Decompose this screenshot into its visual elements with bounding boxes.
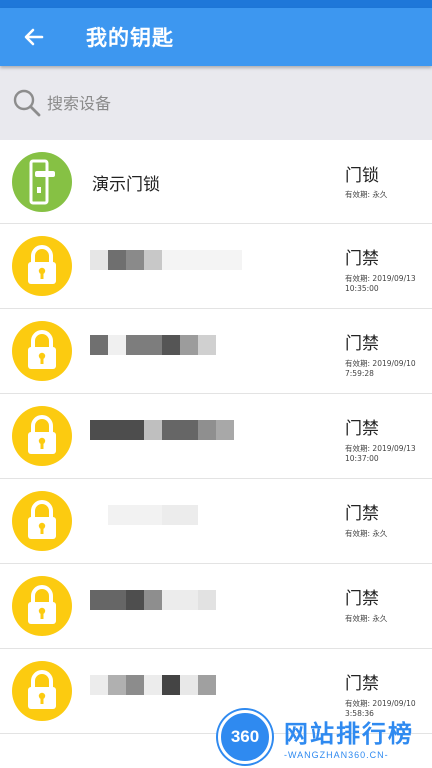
access-control-avatar bbox=[12, 406, 72, 466]
redacted-key-name bbox=[90, 590, 216, 610]
key-list: 演示门锁 门锁 有效期: 永久 门禁 有效期: 2019/09/13 10:35:00 门… bbox=[0, 140, 432, 734]
validity-value: 永久 bbox=[372, 529, 388, 538]
key-name: 演示门锁 bbox=[92, 174, 160, 195]
validity-label: 有效期: bbox=[345, 190, 371, 199]
validity-label: 有效期: bbox=[345, 529, 371, 538]
validity-label: 有效期: bbox=[345, 614, 371, 623]
search-icon[interactable] bbox=[11, 87, 43, 119]
key-type: 门禁 bbox=[345, 504, 379, 524]
page-title: 我的钥匙 bbox=[86, 26, 174, 50]
key-type: 门禁 bbox=[345, 674, 379, 694]
key-type: 门禁 bbox=[345, 334, 379, 354]
redacted-key-name bbox=[90, 250, 242, 270]
key-validity: 有效期: 2019/09/10 3:58:36 bbox=[345, 699, 425, 719]
door-lock-avatar bbox=[12, 152, 72, 212]
key-type: 门锁 bbox=[345, 166, 379, 186]
key-list-item[interactable]: 门禁有效期: 2019/09/10 3:58:36 bbox=[0, 649, 432, 734]
status-bar bbox=[0, 0, 432, 8]
validity-value: 永久 bbox=[372, 614, 388, 623]
redacted-key-name bbox=[90, 335, 216, 355]
access-control-avatar bbox=[12, 236, 72, 296]
validity-label: 有效期: bbox=[345, 359, 371, 368]
key-list-item[interactable]: 门禁有效期: 永久 bbox=[0, 479, 432, 564]
arrow-left-icon bbox=[24, 28, 44, 46]
access-control-avatar bbox=[12, 576, 72, 636]
key-validity: 有效期: 永久 bbox=[345, 190, 425, 200]
padlock-icon bbox=[28, 330, 56, 369]
redacted-key-name bbox=[90, 675, 216, 695]
access-control-avatar bbox=[12, 661, 72, 721]
access-control-avatar bbox=[12, 321, 72, 381]
key-validity: 有效期: 永久 bbox=[345, 529, 425, 539]
redacted-key-name bbox=[90, 505, 198, 525]
key-type: 门禁 bbox=[345, 419, 379, 439]
key-validity: 有效期: 永久 bbox=[345, 614, 425, 624]
key-validity: 有效期: 2019/09/10 7:59:28 bbox=[345, 359, 425, 379]
padlock-icon bbox=[28, 585, 56, 624]
key-validity: 有效期: 2019/09/13 10:35:00 bbox=[345, 274, 425, 294]
app-bar: 我的钥匙 bbox=[0, 8, 432, 66]
validity-label: 有效期: bbox=[345, 444, 371, 453]
watermark-subtitle: -WANGZHAN360.CN- bbox=[284, 750, 389, 760]
door-lock-icon bbox=[29, 159, 55, 205]
key-type: 门禁 bbox=[345, 589, 379, 609]
padlock-icon bbox=[28, 245, 56, 284]
key-type: 门禁 bbox=[345, 249, 379, 269]
search-input[interactable] bbox=[47, 83, 387, 123]
back-button[interactable] bbox=[0, 8, 68, 66]
redacted-key-name bbox=[90, 420, 234, 440]
validity-value: 永久 bbox=[372, 190, 388, 199]
access-control-avatar bbox=[12, 491, 72, 551]
key-list-item[interactable]: 门禁有效期: 永久 bbox=[0, 564, 432, 649]
key-list-item[interactable]: 门禁有效期: 2019/09/13 10:37:00 bbox=[0, 394, 432, 479]
key-list-item[interactable]: 门禁有效期: 2019/09/10 7:59:28 bbox=[0, 309, 432, 394]
padlock-icon bbox=[28, 670, 56, 709]
padlock-icon bbox=[28, 415, 56, 454]
key-list-item[interactable]: 门禁有效期: 2019/09/13 10:35:00 bbox=[0, 224, 432, 309]
validity-label: 有效期: bbox=[345, 274, 371, 283]
search-bar bbox=[0, 66, 432, 140]
key-validity: 有效期: 2019/09/13 10:37:00 bbox=[345, 444, 425, 464]
padlock-icon bbox=[28, 500, 56, 539]
key-list-item[interactable]: 演示门锁 门锁有效期: 永久 bbox=[0, 140, 432, 224]
validity-label: 有效期: bbox=[345, 699, 371, 708]
